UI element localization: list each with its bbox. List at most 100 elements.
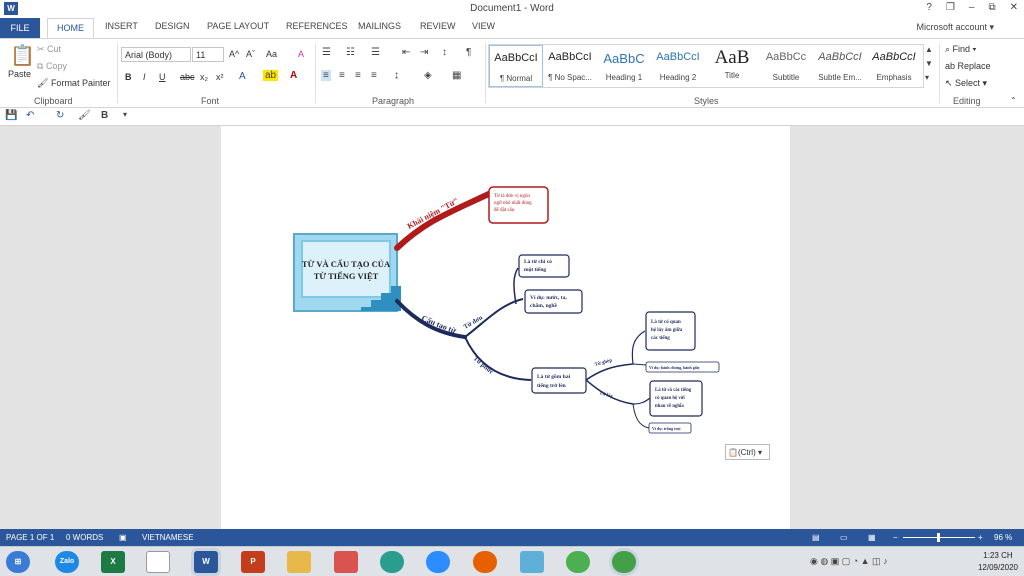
word-taskbar-icon[interactable]: W	[194, 551, 218, 573]
pilcrow-icon[interactable]: ¶	[466, 47, 471, 58]
undo-icon[interactable]: ↶	[26, 110, 34, 121]
tab-home[interactable]: HOME	[47, 18, 94, 39]
subscript-button[interactable]: x₂	[200, 72, 208, 82]
tab-design[interactable]: DESIGN	[155, 21, 190, 31]
grow-font-button[interactable]: A^	[229, 49, 239, 59]
file-explorer-taskbar-icon[interactable]	[287, 551, 311, 573]
change-case-button[interactable]: Aa	[266, 49, 277, 59]
style-title[interactable]: AaB Title	[705, 45, 759, 87]
sort-icon[interactable]: ↕	[442, 47, 447, 58]
powerpoint-taskbar-icon[interactable]: P	[241, 551, 265, 573]
font-size-select[interactable]: 11	[192, 47, 224, 62]
tab-review[interactable]: REVIEW	[420, 21, 456, 31]
redo-icon[interactable]: ↻	[56, 110, 64, 121]
copy-button[interactable]: ⧉ Copy	[37, 61, 67, 72]
select-button[interactable]: ↖ Select ▾	[945, 78, 987, 89]
page-count[interactable]: PAGE 1 OF 1	[6, 533, 54, 542]
align-left-icon[interactable]: ≡	[321, 70, 331, 81]
bold-button[interactable]: B	[125, 72, 132, 82]
clear-formatting-button[interactable]: A	[298, 49, 304, 59]
shading-icon[interactable]: ◈	[424, 70, 432, 81]
restore-button[interactable]: ⧉	[988, 2, 995, 13]
format-painter-icon[interactable]: 🖌	[78, 110, 91, 121]
format-painter-button[interactable]: 🖌 Format Painter	[37, 78, 110, 89]
tab-references[interactable]: REFERENCES	[286, 21, 348, 31]
tray-icons[interactable]: ◉ ◍ ▣ ▢ ◔ ▲ ◫ ♪	[810, 556, 888, 567]
zoom-level[interactable]: 96 %	[994, 533, 1012, 542]
network-app-taskbar-icon[interactable]	[334, 551, 358, 573]
tab-page-layout[interactable]: PAGE LAYOUT	[207, 21, 269, 31]
save-icon[interactable]: 💾	[5, 110, 17, 121]
style-heading-1[interactable]: AaBbC Heading 1	[597, 45, 651, 87]
cut-button[interactable]: ✂ Cut	[37, 44, 61, 55]
italic-button[interactable]: I	[143, 72, 146, 82]
zoom-taskbar-icon[interactable]	[426, 551, 450, 573]
tab-mailings[interactable]: MAILINGS	[358, 21, 401, 31]
mind-map[interactable]: TỪ VÀ CẤU TẠO CỦA TỪ TIẾNG VIỆT Khái niệ…	[221, 126, 790, 529]
zoom-slider-thumb[interactable]	[936, 533, 940, 542]
coccoc-taskbar-icon[interactable]	[566, 551, 590, 573]
print-layout-icon[interactable]: ▭	[840, 533, 848, 542]
collapse-ribbon-icon[interactable]: ⌃	[1010, 96, 1017, 105]
styles-more-icon[interactable]: ▾	[925, 73, 929, 82]
browser-taskbar-icon[interactable]	[612, 551, 636, 573]
line-spacing-icon[interactable]: ↨	[394, 70, 399, 81]
ribbon-display-button[interactable]: ❐	[946, 2, 955, 13]
find-button[interactable]: ⌕ Find ▾	[945, 44, 976, 55]
font-family-select[interactable]: Arial (Body)	[121, 47, 191, 62]
align-right-icon[interactable]: ≡	[355, 70, 361, 81]
shrink-font-button[interactable]: Aˇ	[246, 49, 255, 59]
paste-button[interactable]: Paste	[8, 69, 31, 79]
decrease-indent-icon[interactable]: ⇤	[402, 47, 410, 58]
proofing-icon[interactable]: ▣	[119, 533, 127, 542]
qat-bold-button[interactable]: B	[101, 110, 108, 121]
paste-options-button[interactable]: 📋(Ctrl) ▾	[725, 444, 770, 460]
superscript-button[interactable]: x²	[216, 72, 224, 82]
calculator-taskbar-icon[interactable]	[146, 551, 170, 573]
style-heading-2[interactable]: AaBbCcI Heading 2	[651, 45, 705, 87]
excel-taskbar-icon[interactable]: X	[101, 551, 125, 573]
start-button-icon[interactable]: ⊞	[6, 551, 30, 573]
highlight-icon[interactable]: ab	[263, 70, 279, 81]
replace-button[interactable]: ab Replace	[945, 61, 991, 71]
zalo-taskbar-icon[interactable]: Zalo	[55, 551, 79, 573]
zoom-out-icon[interactable]: −	[893, 533, 898, 542]
justify-icon[interactable]: ≡	[371, 70, 377, 81]
paste-icon[interactable]: 📋	[10, 43, 35, 68]
vietnamese-keyboard-taskbar-icon[interactable]	[380, 551, 404, 573]
styles-scroll-down-icon[interactable]: ▼	[925, 59, 933, 68]
style-emphasis[interactable]: AaBbCcI Emphasis	[867, 45, 921, 87]
multilevel-list-icon[interactable]: ☰	[371, 47, 380, 58]
zoom-in-icon[interactable]: +	[978, 533, 983, 542]
tab-file[interactable]: FILE	[0, 18, 40, 38]
tab-insert[interactable]: INSERT	[105, 21, 138, 31]
minimize-button[interactable]: –	[969, 2, 975, 13]
document-page[interactable]: TỪ VÀ CẤU TẠO CỦA TỪ TIẾNG VIỆT Khái niệ…	[221, 126, 790, 529]
close-button[interactable]: ✕	[1010, 2, 1018, 13]
style-no-spacing[interactable]: AaBbCcI ¶ No Spac...	[543, 45, 597, 87]
underline-button[interactable]: U	[159, 72, 166, 82]
increase-indent-icon[interactable]: ⇥	[420, 47, 428, 58]
style-subtitle[interactable]: AaBbCc Subtitle	[759, 45, 813, 87]
zoom-slider[interactable]	[903, 533, 975, 542]
styles-scroll-up-icon[interactable]: ▲	[925, 45, 933, 54]
firefox-taskbar-icon[interactable]	[473, 551, 497, 573]
word-count[interactable]: 0 WORDS	[66, 533, 103, 542]
help-button[interactable]: ?	[926, 2, 932, 13]
borders-icon[interactable]: ▦	[452, 70, 461, 81]
align-center-icon[interactable]: ≡	[339, 70, 345, 81]
web-layout-icon[interactable]: ▦	[868, 533, 876, 542]
style-subtle-emphasis[interactable]: AaBbCcI Subtle Em...	[813, 45, 867, 87]
strikethrough-button[interactable]: abc	[180, 72, 195, 82]
book-app-taskbar-icon[interactable]	[520, 551, 544, 573]
account-menu[interactable]: Microsoft account ▾	[916, 22, 994, 33]
text-effects-icon[interactable]: A	[239, 71, 246, 82]
clock[interactable]: 1:23 CH 12/09/2020	[978, 550, 1018, 574]
tab-view[interactable]: VIEW	[472, 21, 495, 31]
font-color-icon[interactable]: A	[290, 70, 297, 81]
numbering-icon[interactable]: ☷	[346, 47, 355, 58]
customize-qat-icon[interactable]: ▾	[123, 110, 127, 119]
read-mode-icon[interactable]: ▤	[812, 533, 820, 542]
style-normal[interactable]: AaBbCcI ¶ Normal	[489, 45, 543, 87]
language-indicator[interactable]: VIETNAMESE	[142, 533, 194, 542]
